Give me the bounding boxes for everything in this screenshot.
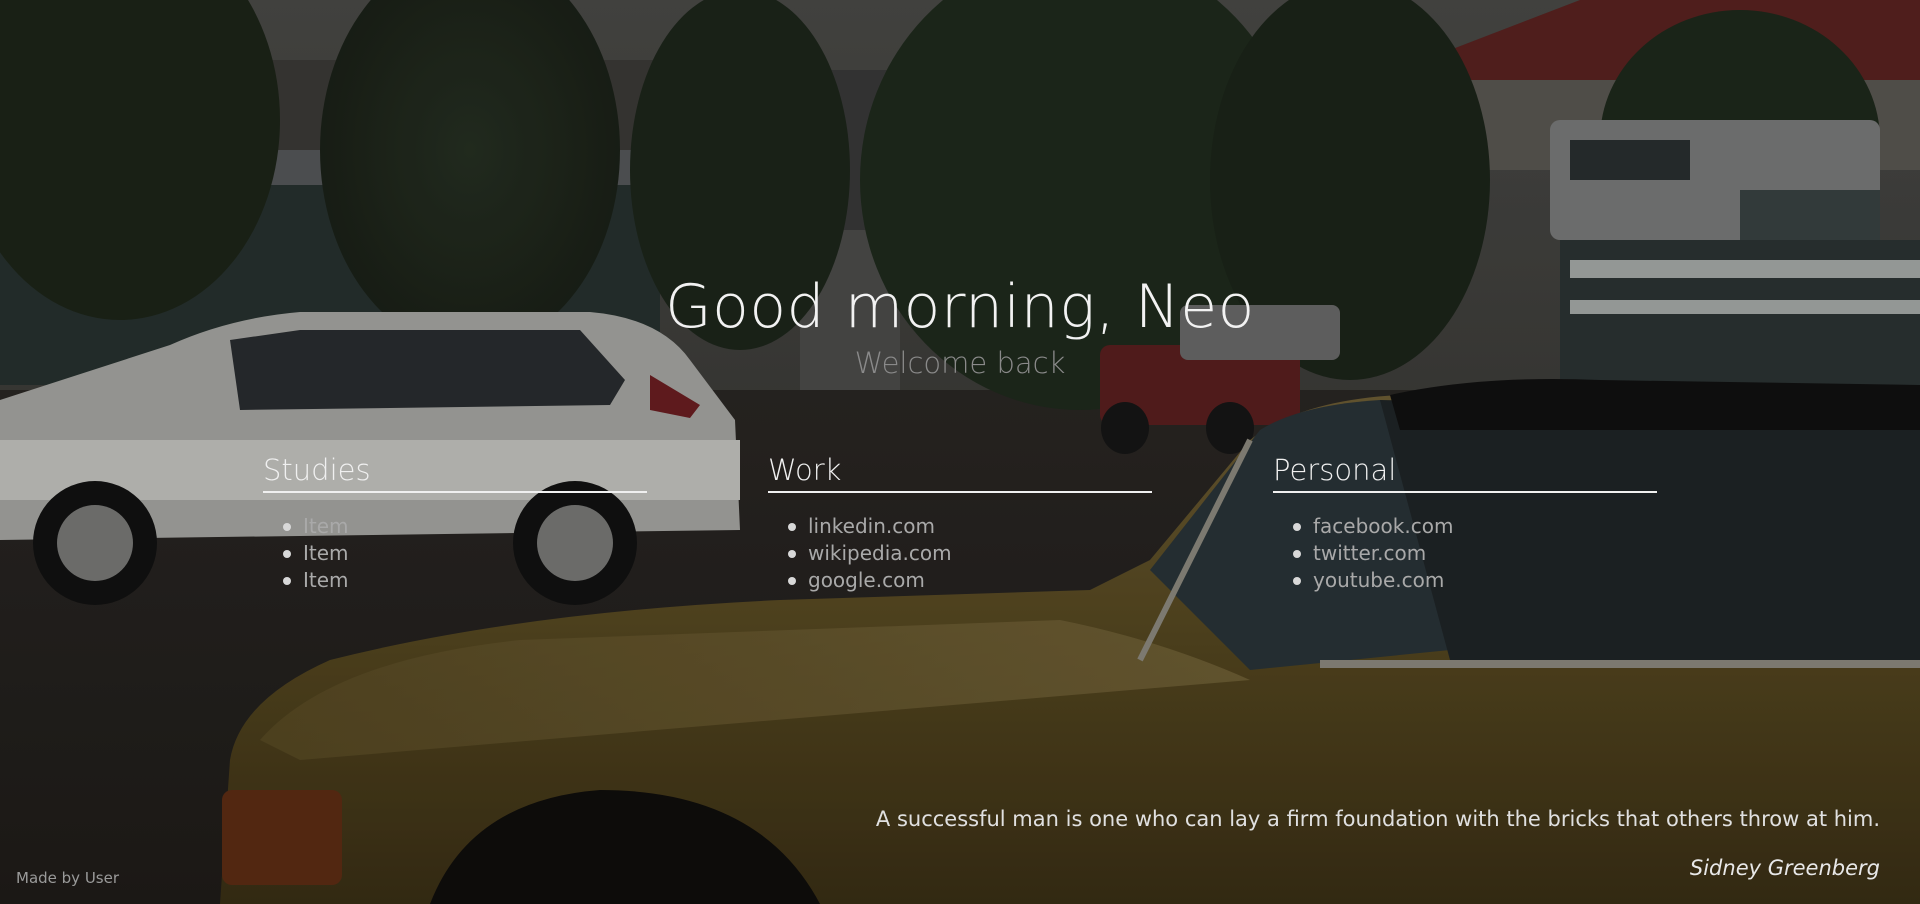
work-list: linkedin.com wikipedia.com google.com [768,513,1152,594]
studies-link-1[interactable]: Item [303,514,349,538]
list-item: Item [283,540,647,567]
studies-link-2[interactable]: Item [303,541,349,565]
work-title: Work [768,451,1152,493]
personal-column: Personal facebook.com twitter.com youtub… [1273,451,1657,594]
work-column: Work linkedin.com wikipedia.com google.c… [768,451,1152,594]
wikipedia-link[interactable]: wikipedia.com [808,541,952,565]
linkedin-link[interactable]: linkedin.com [808,514,935,538]
quote-text: A successful man is one who can lay a fi… [875,807,1880,831]
quote-author: Sidney Greenberg [1689,856,1880,880]
greeting-heading: Good morning, Neo [665,272,1255,342]
list-item: Item [283,513,647,540]
personal-list: facebook.com twitter.com youtube.com [1273,513,1657,594]
studies-column: Studies Item Item Item [263,451,647,594]
studies-title: Studies [263,451,647,493]
facebook-link[interactable]: facebook.com [1313,514,1453,538]
google-link[interactable]: google.com [808,568,925,592]
youtube-link[interactable]: youtube.com [1313,568,1444,592]
list-item: google.com [788,567,1152,594]
list-item: wikipedia.com [788,540,1152,567]
list-item: linkedin.com [788,513,1152,540]
personal-title: Personal [1273,451,1657,493]
twitter-link[interactable]: twitter.com [1313,541,1426,565]
studies-link-3[interactable]: Item [303,568,349,592]
list-item: facebook.com [1293,513,1657,540]
list-item: Item [283,567,647,594]
list-item: youtube.com [1293,567,1657,594]
list-item: twitter.com [1293,540,1657,567]
studies-list: Item Item Item [263,513,647,594]
startpage: Good morning, Neo Welcome back Studies I… [0,0,1920,904]
footer-credit: Made by User [16,869,120,887]
welcome-subtitle: Welcome back [854,346,1066,380]
